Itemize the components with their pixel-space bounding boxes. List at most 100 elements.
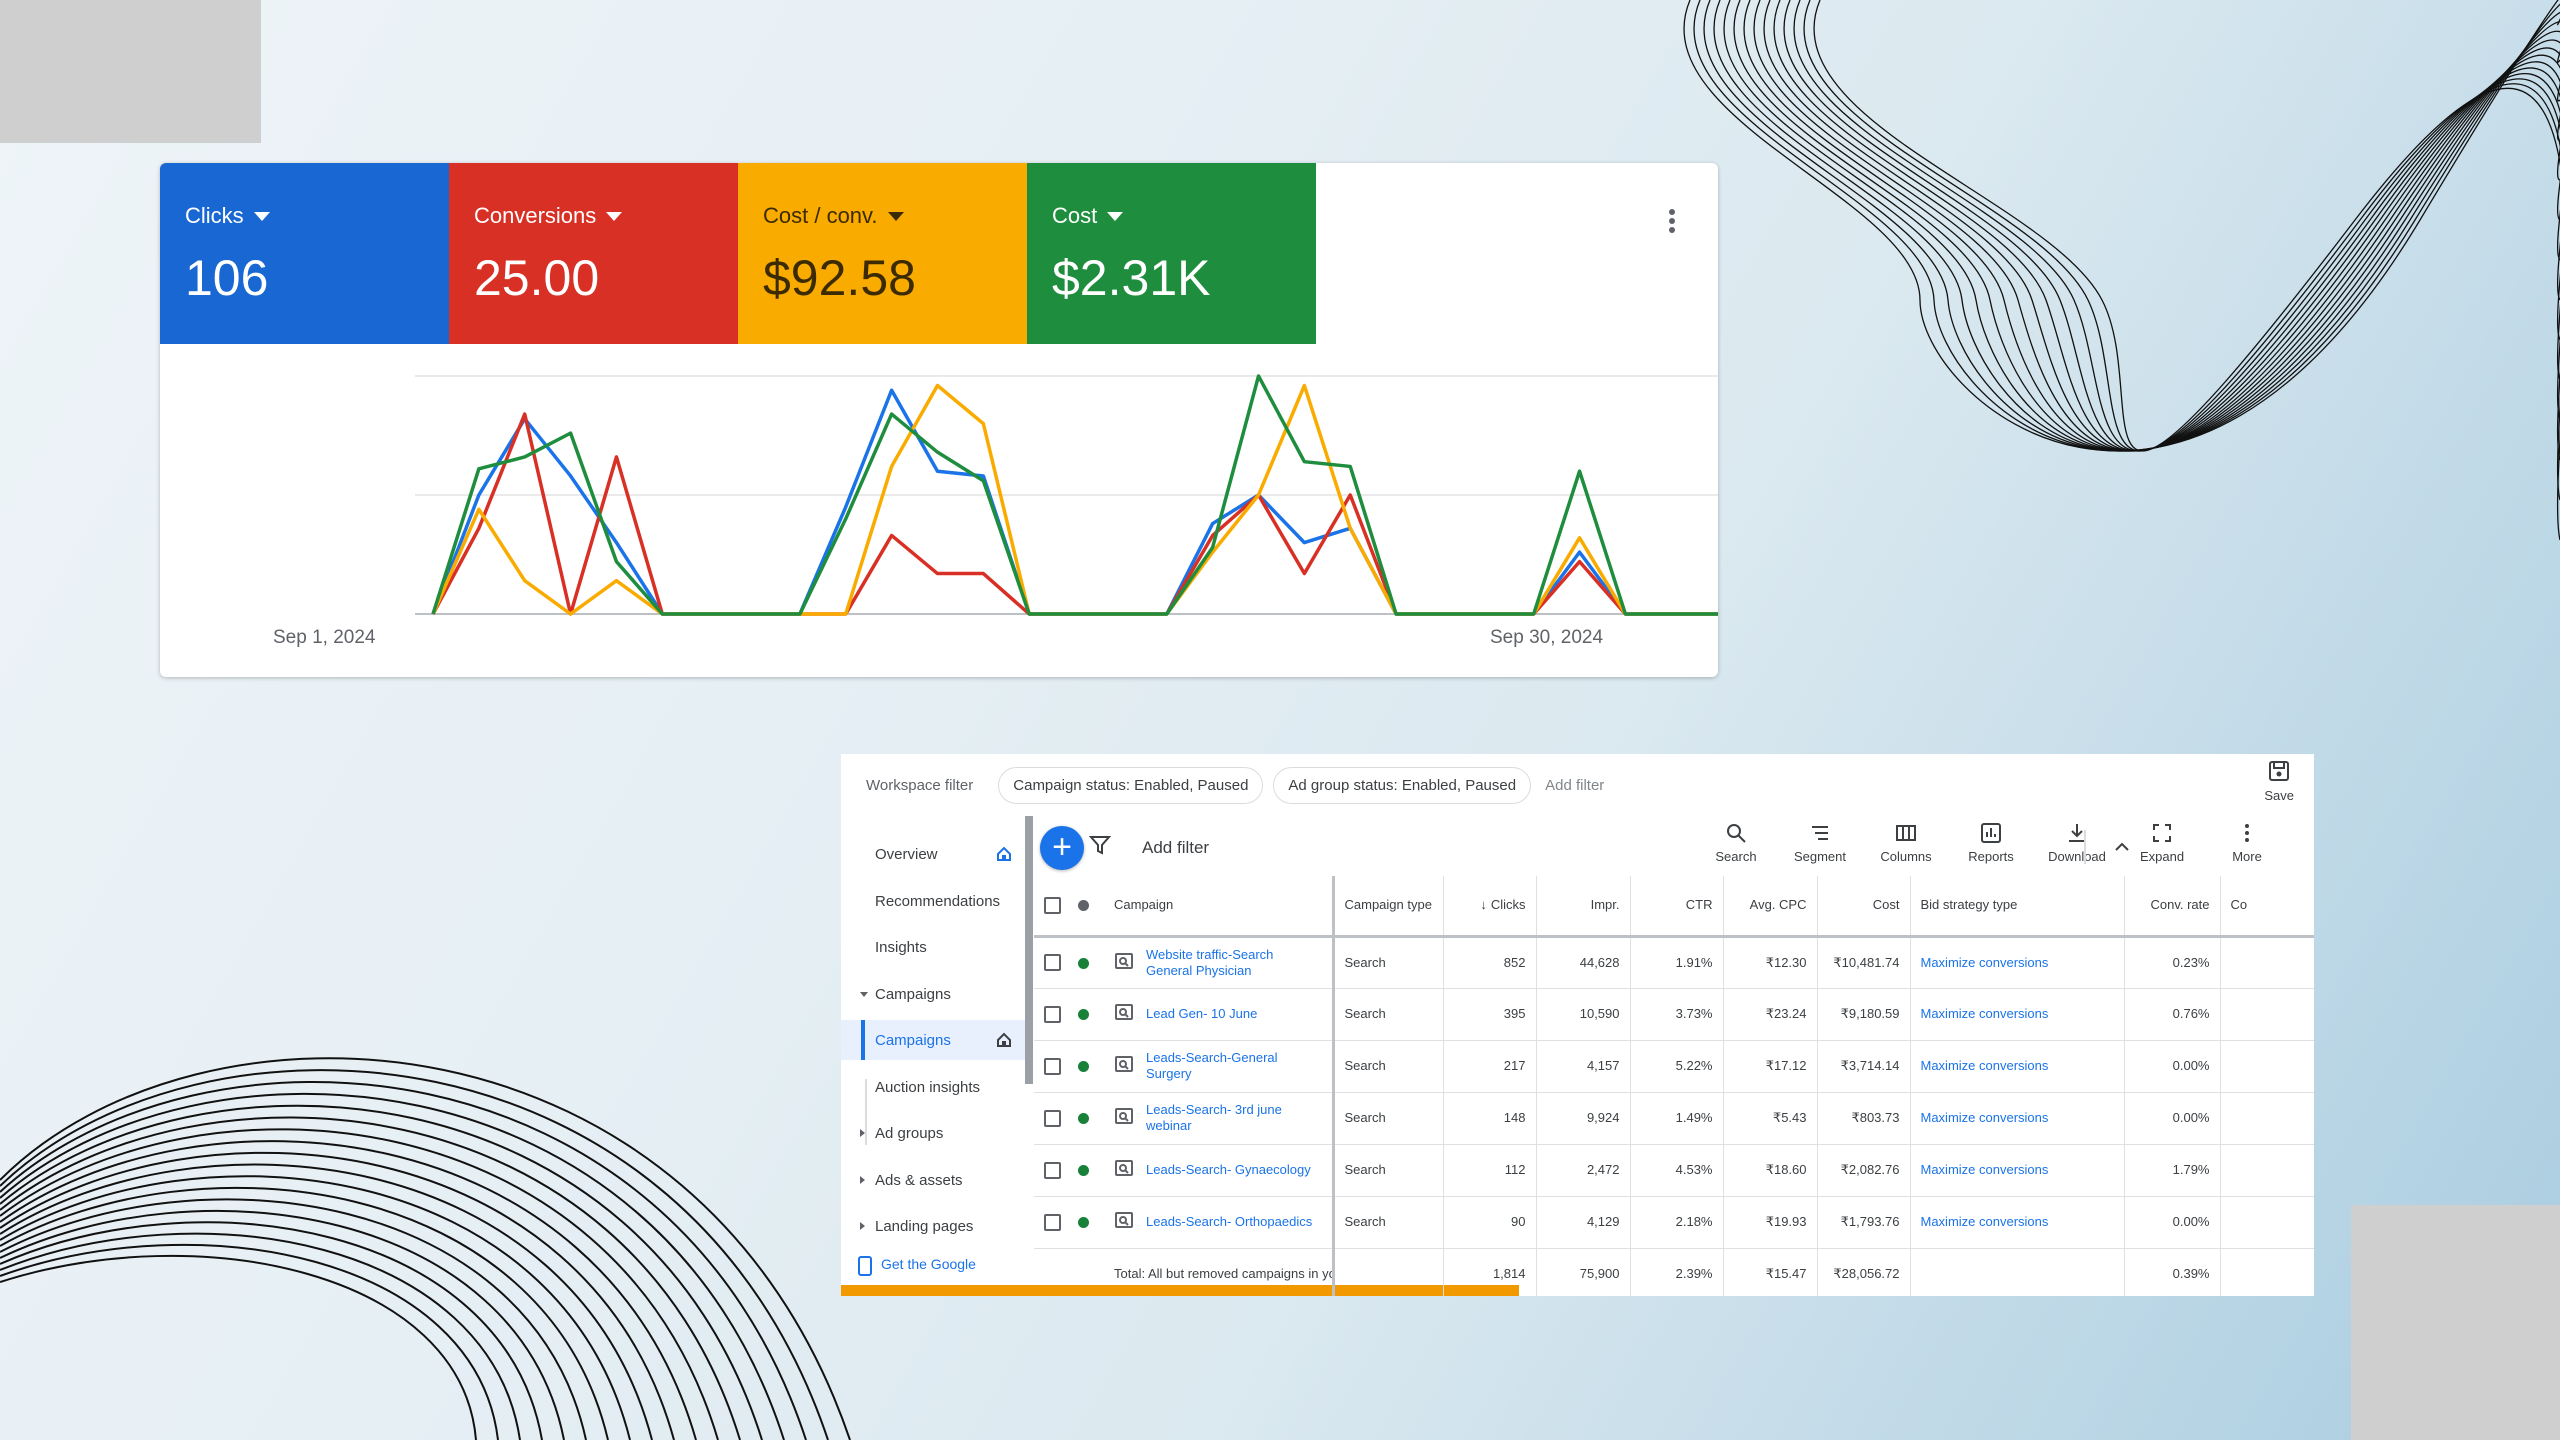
bid-strategy-cell: Maximize conversions	[1909, 1040, 2124, 1093]
bid-strategy-link[interactable]: Maximize conversions	[1921, 1214, 2049, 1229]
campaign-name-link[interactable]: Lead Gen- 10 June	[1146, 1006, 1257, 1022]
column-header-truncated[interactable]: Co	[2219, 876, 2314, 938]
table-row[interactable]: Leads-Search-General Surgery Search 217 4,1…	[1034, 1040, 2314, 1093]
columns-button[interactable]: Columns	[1871, 822, 1941, 864]
bid-strategy-link[interactable]: Maximize conversions	[1921, 1006, 2049, 1021]
bid-strategy-link[interactable]: Maximize conversions	[1921, 1058, 2049, 1073]
nav-overview[interactable]: Overview	[841, 834, 1025, 874]
expand-button[interactable]: Expand	[2127, 822, 2197, 864]
nav-insights[interactable]: Insights	[841, 927, 1025, 967]
campaign-type-cell: Search	[1331, 936, 1443, 989]
clicks-cell: 90	[1442, 1196, 1536, 1249]
campaign-name-link[interactable]: Leads-Search- 3rd june webinar	[1146, 1102, 1322, 1134]
performance-chart-card: Clicks 106 Conversions 25.00 Cost / conv…	[160, 163, 1718, 677]
search-button[interactable]: Search	[1701, 822, 1771, 864]
status-cell[interactable]	[1068, 1144, 1104, 1197]
bid-strategy-cell: Maximize conversions	[1909, 1144, 2124, 1197]
table-row[interactable]: Leads-Search- Gynaecology Search 112 2,472 4…	[1034, 1144, 2314, 1197]
cost-cell: ₹1,793.76	[1816, 1196, 1910, 1249]
add-campaign-button[interactable]: +	[1040, 826, 1084, 870]
truncated-cell	[2219, 1196, 2314, 1249]
get-app-promo[interactable]: Get the Google	[857, 1256, 976, 1276]
nav-ads-assets[interactable]: Ads & assets	[841, 1160, 1025, 1200]
add-filter-button[interactable]: Add filter	[1142, 838, 1209, 858]
series-line-clicks[interactable]	[431, 388, 1718, 616]
search-campaign-icon	[1114, 951, 1134, 975]
table-row[interactable]: Lead Gen- 10 June Search 395 10,590 3.73% ₹23…	[1034, 988, 2314, 1041]
save-button[interactable]: Save	[2264, 760, 2294, 803]
campaign-name-link[interactable]: Website traffic-Search General Physician	[1146, 947, 1322, 979]
column-header-campaign-type[interactable]: Campaign type	[1331, 876, 1443, 938]
nav-campaigns[interactable]: Campaigns	[841, 1020, 1025, 1060]
series-line-cost-conv-[interactable]	[431, 383, 1718, 616]
select-all-checkbox[interactable]	[1034, 876, 1068, 938]
nav-label: Recommendations	[875, 892, 1001, 910]
conv-rate-cell: 0.00%	[2123, 1040, 2220, 1093]
table-row[interactable]: Leads-Search- 3rd june webinar Search 148 9…	[1034, 1092, 2314, 1145]
filter-chip-ad-group-status[interactable]: Ad group status: Enabled, Paused	[1273, 766, 1532, 804]
total-row: Total: All but removed campaigns in your…	[1034, 1248, 2314, 1296]
column-header-bid-strategy[interactable]: Bid strategy type	[1909, 876, 2124, 938]
column-header-clicks[interactable]: ↓ Clicks	[1442, 876, 1536, 938]
campaign-cell: Leads-Search- 3rd june webinar	[1104, 1092, 1333, 1145]
table-row[interactable]: Website traffic-Search General Physician…	[1034, 936, 2314, 989]
status-cell[interactable]	[1068, 1092, 1104, 1145]
column-header-clicks-label: Clicks	[1490, 897, 1526, 913]
bid-strategy-cell: Maximize conversions	[1909, 1196, 2124, 1249]
row-checkbox[interactable]	[1034, 1144, 1068, 1197]
bid-strategy-link[interactable]: Maximize conversions	[1921, 1110, 2049, 1125]
row-checkbox[interactable]	[1034, 1196, 1068, 1249]
tool-label: Expand	[2139, 849, 2185, 864]
row-checkbox[interactable]	[1034, 988, 1068, 1041]
impr-cell: 4,129	[1535, 1196, 1630, 1249]
status-cell[interactable]	[1068, 1040, 1104, 1093]
row-checkbox[interactable]	[1034, 1092, 1068, 1145]
tool-label: Download	[2048, 849, 2106, 864]
status-cell[interactable]	[1068, 936, 1104, 989]
more-button[interactable]: More	[2212, 822, 2282, 864]
column-header-impr[interactable]: Impr.	[1535, 876, 1630, 938]
total-impr: 75,900	[1535, 1248, 1630, 1296]
filter-icon[interactable]	[1089, 834, 1111, 856]
bid-strategy-link[interactable]: Maximize conversions	[1921, 955, 2049, 970]
status-cell[interactable]	[1068, 988, 1104, 1041]
campaign-name-link[interactable]: Leads-Search- Orthopaedics	[1146, 1214, 1312, 1230]
row-checkbox[interactable]	[1034, 1040, 1068, 1093]
campaign-name-link[interactable]: Leads-Search- Gynaecology	[1146, 1162, 1311, 1178]
column-header-campaign[interactable]: Campaign	[1104, 876, 1333, 938]
column-header-conv-rate[interactable]: Conv. rate	[2123, 876, 2220, 938]
decor-wave-line	[1803, 0, 2560, 501]
add-filter-link[interactable]: Add filter	[1545, 777, 1604, 794]
nav-landing-pages[interactable]: Landing pages	[841, 1206, 1025, 1246]
column-header-ctr[interactable]: CTR	[1629, 876, 1723, 938]
series-line-conversions[interactable]	[431, 412, 1718, 616]
column-header-cost[interactable]: Cost	[1816, 876, 1910, 938]
avg-cpc-cell: ₹17.12	[1722, 1040, 1817, 1093]
status-column-header[interactable]	[1068, 876, 1104, 938]
campaign-type-cell: Search	[1331, 1196, 1443, 1249]
sidebar-scrollbar[interactable]	[1025, 816, 1033, 1084]
nav-ad-groups[interactable]: Ad groups	[841, 1113, 1025, 1153]
nav-recommendations[interactable]: Recommendations	[841, 881, 1025, 921]
nav-campaigns-group[interactable]: Campaigns	[841, 974, 1025, 1014]
filter-chip-campaign-status[interactable]: Campaign status: Enabled, Paused	[998, 766, 1264, 804]
decor-wave-line	[1713, 0, 2560, 452]
ctr-cell: 1.91%	[1629, 936, 1723, 989]
table-row[interactable]: Leads-Search- Orthopaedics Search 90 4,129 2…	[1034, 1196, 2314, 1249]
chevron-up-icon[interactable]	[2111, 836, 2133, 858]
reports-button[interactable]: Reports	[1956, 822, 2026, 864]
table-header-row: Campaign Campaign type ↓ Clicks Impr. CTR…	[1034, 876, 2314, 938]
download-button[interactable]: Download	[2042, 822, 2112, 864]
search-campaign-icon	[1114, 1210, 1134, 1234]
truncated-cell	[2219, 1040, 2314, 1093]
campaign-name-link[interactable]: Leads-Search-General Surgery	[1146, 1050, 1322, 1082]
column-header-avg-cpc[interactable]: Avg. CPC	[1722, 876, 1817, 938]
row-checkbox[interactable]	[1034, 936, 1068, 989]
avg-cpc-cell: ₹12.30	[1722, 936, 1817, 989]
segment-button[interactable]: Segment	[1785, 822, 1855, 864]
status-cell[interactable]	[1068, 1196, 1104, 1249]
nav-auction-insights[interactable]: Auction insights	[841, 1067, 1025, 1107]
bid-strategy-link[interactable]: Maximize conversions	[1921, 1162, 2049, 1177]
toolbar-divider	[2084, 830, 2086, 864]
decor-wave-line	[1813, 0, 2560, 541]
